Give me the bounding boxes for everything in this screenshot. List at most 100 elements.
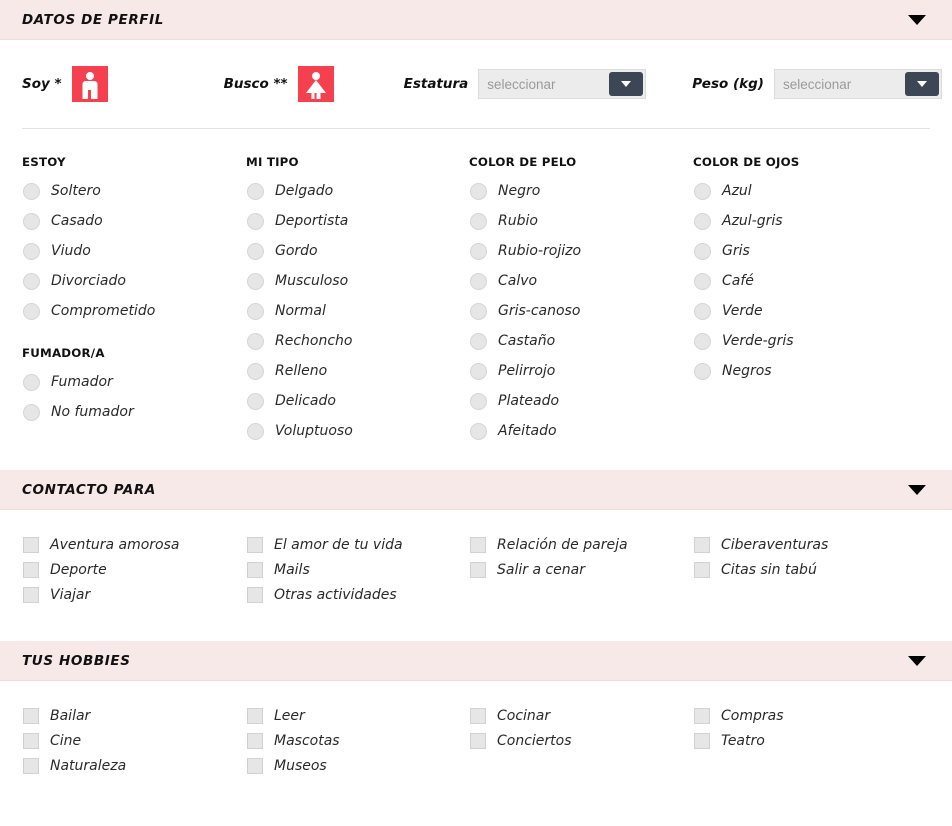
radio-icon[interactable] <box>694 332 711 350</box>
radio-option-casado[interactable]: Casado <box>22 206 246 236</box>
radio-icon[interactable] <box>23 242 40 260</box>
radio-icon[interactable] <box>694 242 711 260</box>
checkbox-icon[interactable] <box>23 536 39 553</box>
radio-icon[interactable] <box>694 272 711 290</box>
checkbox-option-conciertos[interactable]: Conciertos <box>469 728 693 753</box>
section-header-hobbies[interactable]: TUS HOBBIES <box>0 641 952 681</box>
radio-icon[interactable] <box>470 332 487 350</box>
radio-icon[interactable] <box>23 403 40 421</box>
radio-option-pelirrojo[interactable]: Pelirrojo <box>469 356 693 386</box>
checkbox-icon[interactable] <box>247 536 263 553</box>
checkbox-icon[interactable] <box>23 707 39 724</box>
radio-option-rubio-rojizo[interactable]: Rubio-rojizo <box>469 236 693 266</box>
checkbox-option-compras[interactable]: Compras <box>693 703 925 728</box>
checkbox-icon[interactable] <box>247 757 263 774</box>
checkbox-option-ciberaventuras[interactable]: Ciberaventuras <box>693 532 925 557</box>
checkbox-icon[interactable] <box>470 536 486 553</box>
radio-option-relleno[interactable]: Relleno <box>246 356 469 386</box>
radio-icon[interactable] <box>470 422 487 440</box>
checkbox-icon[interactable] <box>23 732 39 749</box>
radio-icon[interactable] <box>470 272 487 290</box>
radio-icon[interactable] <box>470 302 487 320</box>
checkbox-option-relacion-de-pareja[interactable]: Relación de pareja <box>469 532 693 557</box>
checkbox-option-mascotas[interactable]: Mascotas <box>246 728 469 753</box>
radio-icon[interactable] <box>470 182 487 200</box>
checkbox-option-deporte[interactable]: Deporte <box>22 557 246 582</box>
checkbox-icon[interactable] <box>694 732 710 749</box>
checkbox-option-museos[interactable]: Museos <box>246 753 469 778</box>
checkbox-option-citas-sin-tabu[interactable]: Citas sin tabú <box>693 557 925 582</box>
checkbox-option-viajar[interactable]: Viajar <box>22 582 246 607</box>
checkbox-icon[interactable] <box>470 561 486 578</box>
radio-icon[interactable] <box>694 362 711 380</box>
radio-option-comprometido[interactable]: Comprometido <box>22 296 246 326</box>
radio-option-no-fumador[interactable]: No fumador <box>22 397 246 427</box>
checkbox-icon[interactable] <box>694 536 710 553</box>
female-gender-icon[interactable] <box>297 66 334 102</box>
radio-icon[interactable] <box>470 362 487 380</box>
radio-icon[interactable] <box>247 392 264 410</box>
checkbox-icon[interactable] <box>23 757 39 774</box>
radio-icon[interactable] <box>23 182 40 200</box>
male-gender-icon[interactable] <box>71 66 108 102</box>
radio-icon[interactable] <box>470 212 487 230</box>
chevron-down-icon[interactable] <box>908 14 926 25</box>
radio-option-normal[interactable]: Normal <box>246 296 469 326</box>
radio-option-gordo[interactable]: Gordo <box>246 236 469 266</box>
radio-icon[interactable] <box>470 392 487 410</box>
radio-icon[interactable] <box>694 302 711 320</box>
checkbox-icon[interactable] <box>23 586 39 603</box>
checkbox-option-el-amor-de-tu-vida[interactable]: El amor de tu vida <box>246 532 469 557</box>
radio-option-azul-gris[interactable]: Azul-gris <box>693 206 925 236</box>
checkbox-option-teatro[interactable]: Teatro <box>693 728 925 753</box>
radio-icon[interactable] <box>694 182 711 200</box>
radio-option-castano[interactable]: Castaño <box>469 326 693 356</box>
radio-option-verde[interactable]: Verde <box>693 296 925 326</box>
radio-option-delgado[interactable]: Delgado <box>246 176 469 206</box>
checkbox-option-aventura-amorosa[interactable]: Aventura amorosa <box>22 532 246 557</box>
radio-icon[interactable] <box>247 182 264 200</box>
radio-option-divorciado[interactable]: Divorciado <box>22 266 246 296</box>
radio-option-afeitado[interactable]: Afeitado <box>469 416 693 446</box>
radio-icon[interactable] <box>23 272 40 290</box>
estatura-select[interactable]: seleccionar <box>478 69 647 99</box>
checkbox-option-cocinar[interactable]: Cocinar <box>469 703 693 728</box>
section-header-profile[interactable]: DATOS DE PERFIL <box>0 0 952 40</box>
radio-icon[interactable] <box>247 272 264 290</box>
radio-icon[interactable] <box>247 362 264 380</box>
radio-icon[interactable] <box>23 373 40 391</box>
radio-option-voluptuoso[interactable]: Voluptuoso <box>246 416 469 446</box>
checkbox-icon[interactable] <box>247 707 263 724</box>
checkbox-option-leer[interactable]: Leer <box>246 703 469 728</box>
radio-option-rubio[interactable]: Rubio <box>469 206 693 236</box>
radio-option-gris[interactable]: Gris <box>693 236 925 266</box>
checkbox-icon[interactable] <box>470 732 486 749</box>
checkbox-icon[interactable] <box>470 707 486 724</box>
radio-option-delicado[interactable]: Delicado <box>246 386 469 416</box>
radio-option-gris-canoso[interactable]: Gris-canoso <box>469 296 693 326</box>
radio-icon[interactable] <box>694 212 711 230</box>
checkbox-icon[interactable] <box>694 561 710 578</box>
radio-icon[interactable] <box>247 242 264 260</box>
peso-select[interactable]: seleccionar <box>773 69 942 99</box>
radio-icon[interactable] <box>247 212 264 230</box>
radio-option-negros[interactable]: Negros <box>693 356 925 386</box>
radio-icon[interactable] <box>247 332 264 350</box>
checkbox-icon[interactable] <box>247 586 263 603</box>
radio-icon[interactable] <box>23 212 40 230</box>
radio-option-musculoso[interactable]: Musculoso <box>246 266 469 296</box>
checkbox-icon[interactable] <box>247 732 263 749</box>
checkbox-option-mails[interactable]: Mails <box>246 557 469 582</box>
checkbox-icon[interactable] <box>694 707 710 724</box>
checkbox-icon[interactable] <box>23 561 39 578</box>
radio-option-soltero[interactable]: Soltero <box>22 176 246 206</box>
checkbox-option-bailar[interactable]: Bailar <box>22 703 246 728</box>
radio-icon[interactable] <box>247 422 264 440</box>
chevron-down-icon[interactable] <box>908 655 926 666</box>
radio-option-calvo[interactable]: Calvo <box>469 266 693 296</box>
section-header-contacto[interactable]: CONTACTO PARA <box>0 470 952 510</box>
radio-option-deportista[interactable]: Deportista <box>246 206 469 236</box>
radio-option-fumador[interactable]: Fumador <box>22 367 246 397</box>
radio-option-verde-gris[interactable]: Verde-gris <box>693 326 925 356</box>
chevron-down-icon[interactable] <box>908 484 926 495</box>
